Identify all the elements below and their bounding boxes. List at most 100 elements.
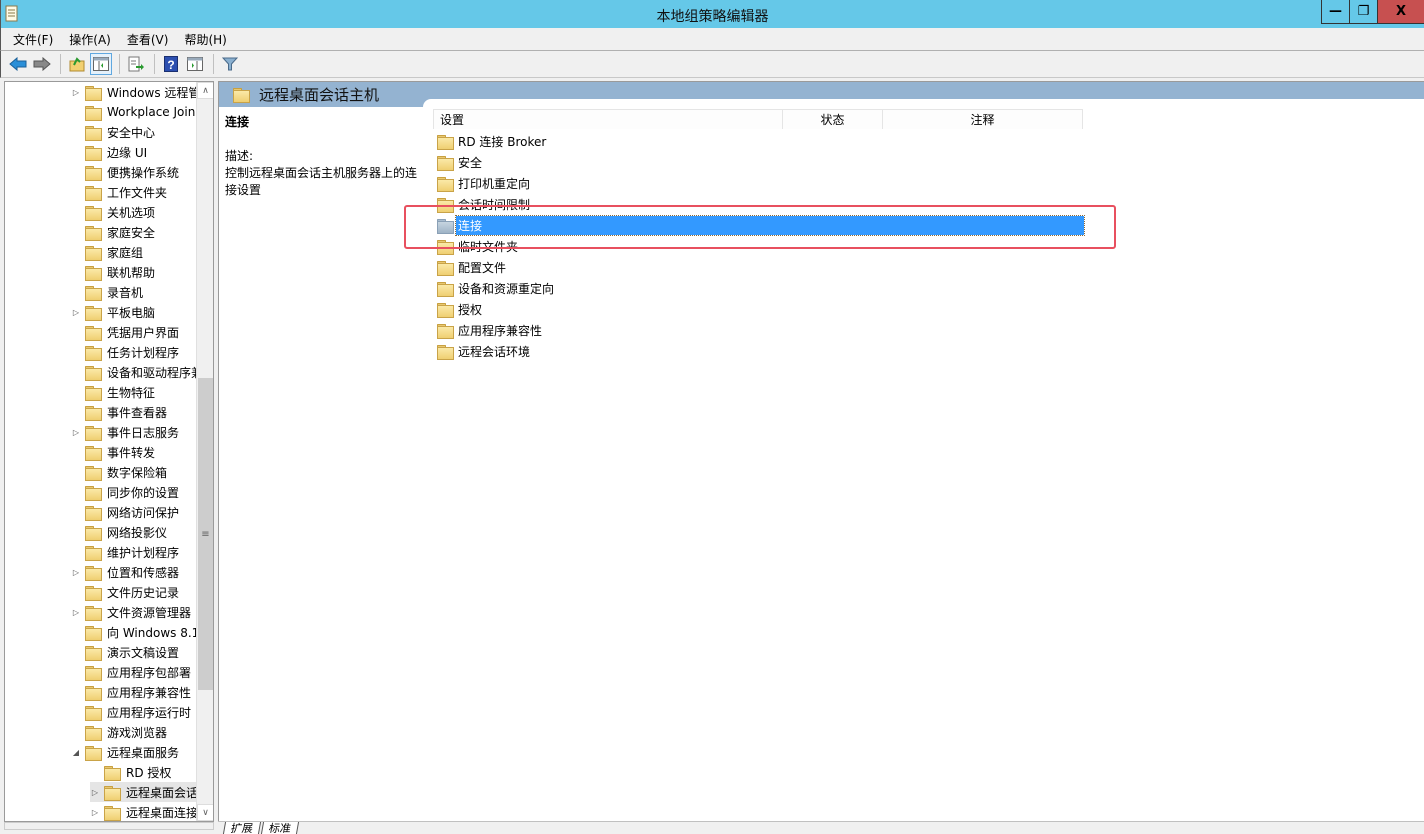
collapsed-arrow-icon[interactable]: ▷: [71, 308, 81, 317]
folder-icon: [85, 365, 102, 381]
navigation-tree[interactable]: ▷ Windows 远程管 Workplace Join 安全中心 边缘 UI 便携操作系…: [4, 81, 214, 822]
list-item[interactable]: 配置文件: [435, 258, 508, 277]
tree-item[interactable]: 工作文件夹: [71, 182, 167, 202]
list-item[interactable]: 安全: [435, 153, 484, 172]
forward-button[interactable]: [31, 53, 53, 75]
tree-item[interactable]: 应用程序包部署: [71, 662, 191, 682]
menu-view[interactable]: 查看(V): [127, 31, 169, 48]
tree-item[interactable]: 边缘 UI: [71, 142, 147, 162]
tree-item[interactable]: 维护计划程序: [71, 542, 179, 562]
back-button[interactable]: [7, 53, 29, 75]
list-item[interactable]: 会话时间限制: [435, 195, 532, 214]
show-hide-tree-button[interactable]: [90, 53, 112, 75]
expanded-arrow-icon[interactable]: ◢: [71, 748, 81, 757]
filter-button[interactable]: [219, 53, 241, 75]
tree-item[interactable]: ▷ 事件日志服务: [71, 422, 179, 442]
tree-item[interactable]: 家庭安全: [71, 222, 155, 242]
tree-item[interactable]: 网络访问保护: [71, 502, 179, 522]
close-button[interactable]: X: [1377, 0, 1424, 24]
list-item[interactable]: 应用程序兼容性: [435, 321, 544, 340]
tree-item[interactable]: 向 Windows 8.1: [71, 622, 199, 642]
tree-item[interactable]: 网络投影仪: [71, 522, 167, 542]
tree-item[interactable]: 录音机: [71, 282, 143, 302]
list-item-label: 授权: [458, 303, 483, 317]
help-button[interactable]: ?: [160, 53, 182, 75]
menu-action[interactable]: 操作(A): [69, 31, 111, 48]
tree-item[interactable]: 设备和驱动程序兼: [71, 362, 203, 382]
list-item[interactable]: 授权: [435, 300, 484, 319]
minimize-button[interactable]: —: [1321, 0, 1349, 24]
folder-icon: [437, 135, 454, 150]
tree-item[interactable]: 生物特征: [71, 382, 155, 402]
collapsed-arrow-icon[interactable]: ▷: [71, 568, 81, 577]
list-item[interactable]: RD 连接 Broker: [435, 132, 548, 151]
restore-button[interactable]: ❐: [1349, 0, 1377, 24]
tree-item[interactable]: 演示文稿设置: [71, 642, 179, 662]
tree-vertical-scrollbar[interactable]: ∧ ≡ ∨: [196, 82, 213, 821]
collapsed-arrow-icon[interactable]: ▷: [71, 608, 81, 617]
tree-item[interactable]: 联机帮助: [71, 262, 155, 282]
list-item[interactable]: 远程会话环境: [435, 342, 532, 361]
tree-item-label: 家庭安全: [107, 225, 156, 240]
tree-item-label: 家庭组: [107, 245, 144, 260]
tree-item-label: 远程桌面连接: [126, 805, 199, 820]
tree-item[interactable]: 事件转发: [71, 442, 155, 462]
tree-item[interactable]: ◢ 远程桌面服务: [71, 742, 179, 762]
folder-icon: [85, 505, 102, 521]
list-item[interactable]: 设备和资源重定向: [435, 279, 556, 298]
tree-item[interactable]: 安全中心: [71, 122, 155, 142]
folder-icon: [437, 240, 454, 255]
tab-standard[interactable]: 标准: [260, 822, 300, 834]
menu-file[interactable]: 文件(F): [13, 31, 53, 48]
tree-item-label: 游戏浏览器: [107, 725, 168, 740]
list-item[interactable]: 临时文件夹: [435, 237, 520, 256]
tree-item[interactable]: 凭据用户界面: [71, 322, 179, 342]
tree-item[interactable]: ▷ 远程桌面连接: [90, 802, 199, 821]
scroll-up-icon[interactable]: ∧: [197, 82, 213, 99]
column-header-state[interactable]: 状态: [783, 109, 883, 129]
tree-item[interactable]: 便携操作系统: [71, 162, 179, 182]
tree-item-label: 事件转发: [107, 445, 156, 460]
folder-icon: [437, 198, 454, 213]
tree-item[interactable]: RD 授权: [90, 762, 171, 782]
export-list-button[interactable]: [125, 53, 147, 75]
tree-item[interactable]: Workplace Join: [71, 102, 195, 122]
tree-item[interactable]: 文件历史记录: [71, 582, 179, 602]
show-hide-action-pane-button[interactable]: [184, 53, 206, 75]
tree-item[interactable]: ▷ 文件资源管理器: [71, 602, 191, 622]
tab-extended[interactable]: 扩展: [222, 822, 262, 834]
collapsed-arrow-icon[interactable]: ▷: [90, 808, 100, 817]
collapsed-arrow-icon[interactable]: ▷: [71, 88, 81, 97]
tree-item[interactable]: 家庭组: [71, 242, 143, 262]
tree-item[interactable]: ▷ Windows 远程管: [71, 82, 200, 102]
tree-item[interactable]: 关机选项: [71, 202, 155, 222]
list-item-label: 会话时间限制: [458, 198, 531, 212]
tree-item[interactable]: 游戏浏览器: [71, 722, 167, 742]
up-folder-button[interactable]: [66, 53, 88, 75]
description-panel: 连接 描述: 控制远程桌面会话主机服务器上的连接设置: [225, 114, 425, 199]
scroll-down-icon[interactable]: ∨: [197, 804, 213, 821]
tree-item[interactable]: 数字保险箱: [71, 462, 167, 482]
tree-item[interactable]: 应用程序兼容性: [71, 682, 191, 702]
tree-item[interactable]: ▷ 位置和传感器: [71, 562, 179, 582]
folder-icon: [85, 585, 102, 601]
tree-item[interactable]: ▷ 平板电脑: [71, 302, 155, 322]
tree-item[interactable]: 应用程序运行时: [71, 702, 191, 722]
list-item[interactable]: 打印机重定向: [435, 174, 532, 193]
menu-help[interactable]: 帮助(H): [184, 31, 226, 48]
scroll-thumb[interactable]: ≡: [198, 378, 213, 690]
list-item[interactable]: 连接: [435, 215, 1085, 236]
column-header-comment[interactable]: 注释: [883, 109, 1083, 129]
tree-item[interactable]: ▷ 远程桌面会话: [90, 782, 199, 802]
column-header-setting[interactable]: 设置: [433, 109, 783, 129]
folder-icon: [85, 425, 102, 441]
tree-item-label: 位置和传感器: [107, 565, 180, 580]
tree-item-label: 录音机: [107, 285, 144, 300]
tree-horizontal-scrollbar[interactable]: [4, 822, 214, 830]
collapsed-arrow-icon[interactable]: ▷: [71, 428, 81, 437]
show-hide-action-pane-icon: [187, 57, 203, 71]
tree-item[interactable]: 任务计划程序: [71, 342, 179, 362]
collapsed-arrow-icon[interactable]: ▷: [90, 788, 100, 797]
tree-item[interactable]: 同步你的设置: [71, 482, 179, 502]
tree-item[interactable]: 事件查看器: [71, 402, 167, 422]
